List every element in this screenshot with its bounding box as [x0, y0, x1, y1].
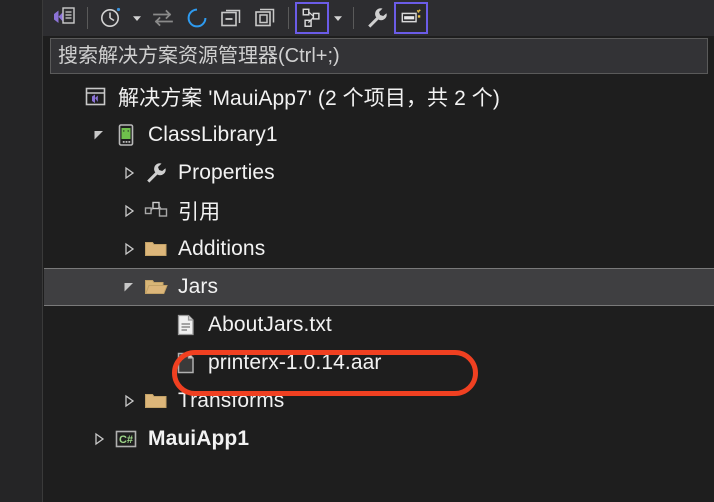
twisty-placeholder: [56, 78, 82, 116]
tree-row-[interactable]: 引用: [44, 192, 714, 230]
code-map-icon: [54, 7, 75, 24]
svg-text:C#: C#: [119, 434, 133, 446]
solution-explorer-tree[interactable]: 解决方案 'MauiApp7' (2 个项目，共 2 个) ClassLibrar…: [44, 78, 714, 502]
chevron-down-icon: [133, 16, 141, 21]
solution-icon: [82, 78, 110, 116]
folder-closed-icon: [142, 230, 170, 268]
search-input[interactable]: [58, 44, 707, 68]
folder-closed-icon: [142, 382, 170, 420]
folder-open-icon: [142, 268, 170, 306]
tree-row-label: 解决方案 'MauiApp7' (2 个项目，共 2 个): [118, 87, 500, 110]
tree-row-label: Jars: [178, 275, 219, 298]
refresh-icon: [187, 8, 207, 28]
folder-closed-icon: [145, 394, 167, 408]
folder-open-icon: [145, 280, 168, 294]
android-project-icon: [112, 116, 140, 154]
twisty-toggle[interactable]: [86, 420, 112, 458]
tree-row-printerx-1.0.14.aar[interactable]: printerx-1.0.14.aar: [44, 344, 714, 382]
tree-row-Properties[interactable]: Properties: [44, 154, 714, 192]
twisty-placeholder: [146, 306, 172, 344]
sync-with-active-document-button[interactable]: [146, 2, 180, 34]
view-hierarchy-dropdown[interactable]: [329, 2, 347, 34]
tree-row-AboutJars.txt[interactable]: AboutJars.txt: [44, 306, 714, 344]
tree-row-ClassLibrary1[interactable]: ClassLibrary1: [44, 116, 714, 154]
twisty-collapsed-icon: [125, 204, 135, 218]
properties-wrench-icon: [368, 8, 387, 28]
pending-changes-dropdown[interactable]: [128, 2, 146, 34]
show-all-files-icon: [255, 8, 275, 27]
preview-selected-items-button[interactable]: [394, 2, 428, 34]
tree-row-Transforms[interactable]: Transforms: [44, 382, 714, 420]
chevron-down-icon: [334, 16, 342, 21]
twisty-collapsed-icon: [125, 394, 135, 408]
solution-icon: [85, 87, 106, 106]
tree-row-label: MauiApp1: [148, 427, 250, 450]
refresh-button[interactable]: [180, 2, 214, 34]
text-file-icon: [172, 306, 200, 344]
generic-file-icon: [172, 344, 200, 382]
twisty-toggle[interactable]: [86, 116, 112, 154]
tree-row-label: Additions: [178, 237, 266, 260]
text-file-icon: [177, 314, 194, 336]
tree-row-label: Transforms: [178, 389, 285, 412]
twisty-expanded-icon: [94, 131, 103, 140]
twisty-collapsed-icon: [95, 432, 105, 446]
pending-changes-icon: [101, 7, 121, 27]
tree-row-label: AboutJars.txt: [208, 313, 332, 336]
wrench-icon: [147, 163, 166, 183]
twisty-toggle[interactable]: [116, 154, 142, 192]
toolbar-separator-1: [87, 7, 88, 29]
collapse-all-button[interactable]: [214, 2, 248, 34]
left-gutter: [0, 0, 43, 502]
twisty-placeholder: [146, 344, 172, 382]
tree-row-label: 引用: [178, 201, 221, 224]
code-map-button[interactable]: [47, 2, 81, 34]
csharp-project-icon: C#: [115, 430, 137, 448]
twisty-toggle[interactable]: [116, 382, 142, 420]
twisty-toggle[interactable]: [116, 192, 142, 230]
tree-row-Jars[interactable]: Jars: [44, 268, 714, 306]
search-box[interactable]: [50, 38, 708, 74]
tree-row-label: Properties: [178, 161, 275, 184]
tree-row-MauiApp722[interactable]: 解决方案 'MauiApp7' (2 个项目，共 2 个): [44, 78, 714, 116]
generic-file-icon: [177, 352, 194, 374]
toolbar-separator-2: [288, 7, 289, 29]
solution-explorer-toolbar: [43, 0, 714, 36]
view-hierarchy-button[interactable]: [295, 2, 329, 34]
show-all-files-button[interactable]: [248, 2, 282, 34]
twisty-toggle[interactable]: [116, 268, 142, 306]
twisty-collapsed-icon: [125, 242, 135, 256]
tree-row-label: printerx-1.0.14.aar: [208, 351, 382, 374]
twisty-toggle[interactable]: [116, 230, 142, 268]
toolbar-separator-3: [353, 7, 354, 29]
twisty-collapsed-icon: [125, 166, 135, 180]
references-icon: [142, 192, 170, 230]
properties-button[interactable]: [360, 2, 394, 34]
tree-row-label: ClassLibrary1: [148, 123, 278, 146]
view-hierarchy-icon: [302, 8, 320, 27]
tree-row-Additions[interactable]: Additions: [44, 230, 714, 268]
tree-row-MauiApp1[interactable]: C# MauiApp1: [44, 420, 714, 458]
csharp-project-icon: C#: [112, 420, 140, 458]
sync-with-active-document-icon: [153, 9, 173, 27]
references-icon: [144, 201, 168, 217]
android-project-icon: [118, 124, 134, 146]
wrench-icon: [142, 154, 170, 192]
twisty-expanded-icon: [124, 283, 133, 292]
pending-changes-button[interactable]: [94, 2, 128, 34]
folder-closed-icon: [145, 242, 167, 256]
preview-selected-items-icon: [401, 9, 421, 23]
collapse-all-icon: [221, 9, 241, 27]
